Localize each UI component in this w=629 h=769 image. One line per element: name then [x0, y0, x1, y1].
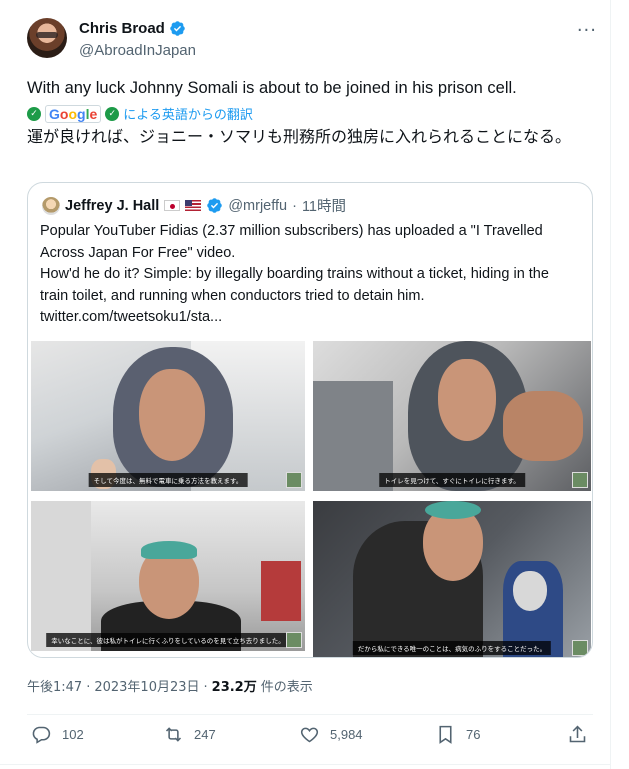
tweet-detail: Chris Broad @AbroadInJapan ··· With any …: [0, 0, 611, 769]
verified-badge-icon: [170, 21, 185, 36]
media-thumbnail: [572, 640, 588, 656]
tweet-header: Chris Broad @AbroadInJapan ···: [27, 18, 607, 66]
quote-link[interactable]: twitter.com/tweetsoku1/sta...: [40, 307, 585, 329]
quote-separator: ·: [292, 197, 297, 214]
media-grid: そして今度は、無料で電車に乗る方法を教えます。 トイレを見つけて、すぐにトイレに…: [28, 337, 592, 657]
media-subtitle: だから私にできる唯一のことは、病気のふりをすることだった。: [352, 641, 552, 655]
reply-icon: [32, 726, 51, 744]
media-subtitle: 幸いなことに、彼は私がトイレに行くふりをしているのを見て立ち去りました。: [46, 633, 290, 647]
author-name-row: Chris Broad: [79, 20, 186, 37]
quote-timestamp[interactable]: 11時間: [302, 195, 346, 216]
media-caption-strip: [313, 491, 592, 501]
media-image-3[interactable]: 幸いなことに、彼は私がトイレに行くふりをしているのを見て立ち去りました。: [31, 501, 305, 651]
quote-text-line: How'd he do it? Simple: by illegally boa…: [40, 266, 549, 282]
author-handle[interactable]: @AbroadInJapan: [79, 42, 196, 59]
views-label: 件の表示: [260, 680, 313, 695]
meta-separator: ·: [86, 680, 91, 695]
repost-button[interactable]: 247: [163, 724, 216, 745]
author-display-name[interactable]: Chris Broad: [79, 20, 165, 37]
media-thumbnail: [286, 632, 302, 648]
heart-icon: [300, 727, 319, 743]
media-image-1[interactable]: そして今度は、無料で電車に乗る方法を教えます。: [31, 341, 305, 491]
share-icon: [569, 725, 586, 743]
media-subtitle: トイレを見つけて、すぐにトイレに行きます。: [379, 473, 525, 487]
meta-separator: ·: [203, 680, 208, 695]
quote-author-name[interactable]: Jeffrey J. Hall: [65, 198, 159, 214]
avatar[interactable]: [27, 18, 67, 58]
more-options-icon[interactable]: ···: [577, 20, 597, 41]
translated-text: 運が良ければ、ジョニー・ソマリも刑務所の独房に入れられることになる。: [27, 127, 572, 146]
media-image-2[interactable]: トイレを見つけて、すぐにトイレに行きます。: [313, 341, 591, 491]
repost-count: 247: [194, 727, 216, 742]
google-logo: Google: [45, 104, 102, 123]
bookmark-count: 76: [466, 727, 481, 742]
bookmark-icon: [439, 725, 452, 744]
bookmark-button[interactable]: 76: [435, 724, 480, 745]
media-caption-strip: [28, 651, 305, 657]
media-caption-strip: [28, 491, 305, 501]
divider: [0, 764, 611, 765]
media-thumbnail: [572, 472, 588, 488]
quote-text-line: Popular YouTuber Fidias (2.37 million su…: [40, 223, 543, 239]
check-icon: ✓: [27, 106, 41, 121]
tweet-meta: 午後1:47 · 2023年10月23日 · 23.2万 件の表示: [27, 676, 313, 695]
check-icon: ✓: [105, 106, 120, 121]
divider: [27, 714, 593, 715]
like-button[interactable]: 5,984: [299, 724, 363, 745]
quote-text-line: Across Japan For Free" video.: [40, 244, 236, 261]
like-count: 5,984: [330, 727, 363, 742]
share-button[interactable]: [567, 724, 588, 745]
quote-text-line: train toilet, and running when conductor…: [40, 287, 425, 304]
media-thumbnail: [286, 472, 302, 488]
media-image-4[interactable]: だから私にできる唯一のことは、病気のふりをすることだった。: [313, 501, 591, 657]
quote-author-handle[interactable]: @mrjeffu: [228, 198, 287, 214]
quote-header: Jeffrey J. Hall @mrjeffu · 11時間: [42, 195, 346, 216]
quoted-tweet[interactable]: Jeffrey J. Hall @mrjeffu · 11時間 Popular …: [27, 182, 593, 658]
reply-button[interactable]: 102: [31, 724, 84, 745]
translation-attribution: ✓ Google ✓ による英語からの翻訳: [27, 104, 253, 123]
action-bar: 102 247 5,984 76: [27, 724, 593, 754]
us-flag-icon: [185, 200, 202, 211]
japan-flag-icon: [164, 200, 181, 211]
reply-count: 102: [62, 727, 84, 742]
quote-avatar[interactable]: [42, 196, 60, 215]
translation-source-link[interactable]: による英語からの翻訳: [123, 104, 253, 123]
tweet-date[interactable]: 2023年10月23日: [94, 676, 199, 695]
repost-icon: [165, 727, 182, 742]
views-count: 23.2万: [211, 680, 257, 695]
quote-text: Popular YouTuber Fidias (2.37 million su…: [40, 221, 585, 329]
tweet-text: With any luck Johnny Somali is about to …: [27, 79, 517, 97]
tweet-time[interactable]: 午後1:47: [27, 676, 82, 695]
verified-badge-icon: [207, 198, 223, 213]
media-subtitle: そして今度は、無料で電車に乗る方法を教えます。: [88, 473, 248, 487]
